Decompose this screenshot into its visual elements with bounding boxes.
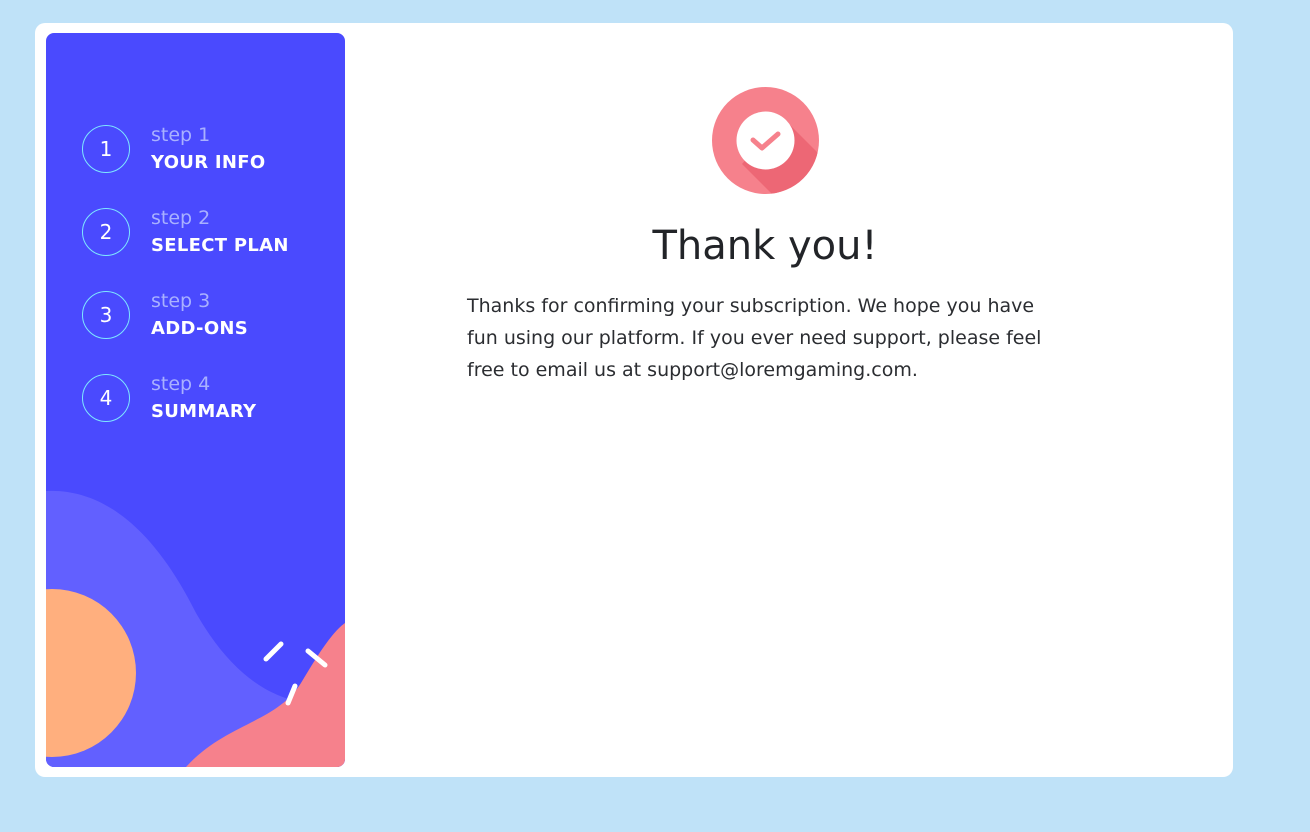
step-title: SELECT PLAN <box>151 235 289 256</box>
step-title: SUMMARY <box>151 401 257 422</box>
step-label: step 3 <box>151 290 211 312</box>
step-label: step 1 <box>151 124 211 146</box>
steps-sidebar: 1 step 1 YOUR INFO 2 step 2 SELECT PLAN … <box>46 33 345 767</box>
step-title: ADD-ONS <box>151 318 249 339</box>
checkmark-icon <box>712 87 819 194</box>
step-number: 1 <box>82 125 130 173</box>
confirmation-panel: Thank you! Thanks for confirming your su… <box>467 23 1047 777</box>
step-number: 3 <box>82 291 130 339</box>
confirmation-message: Thanks for confirming your subscription.… <box>467 295 1042 381</box>
step-label: step 4 <box>151 373 211 395</box>
step-title: YOUR INFO <box>151 152 266 173</box>
confirmation-title: Thank you! <box>652 223 878 269</box>
step-number: 2 <box>82 208 130 256</box>
step-number: 4 <box>82 374 130 422</box>
step-label: step 2 <box>151 207 211 229</box>
form-card: 1 step 1 YOUR INFO 2 step 2 SELECT PLAN … <box>35 23 1233 777</box>
